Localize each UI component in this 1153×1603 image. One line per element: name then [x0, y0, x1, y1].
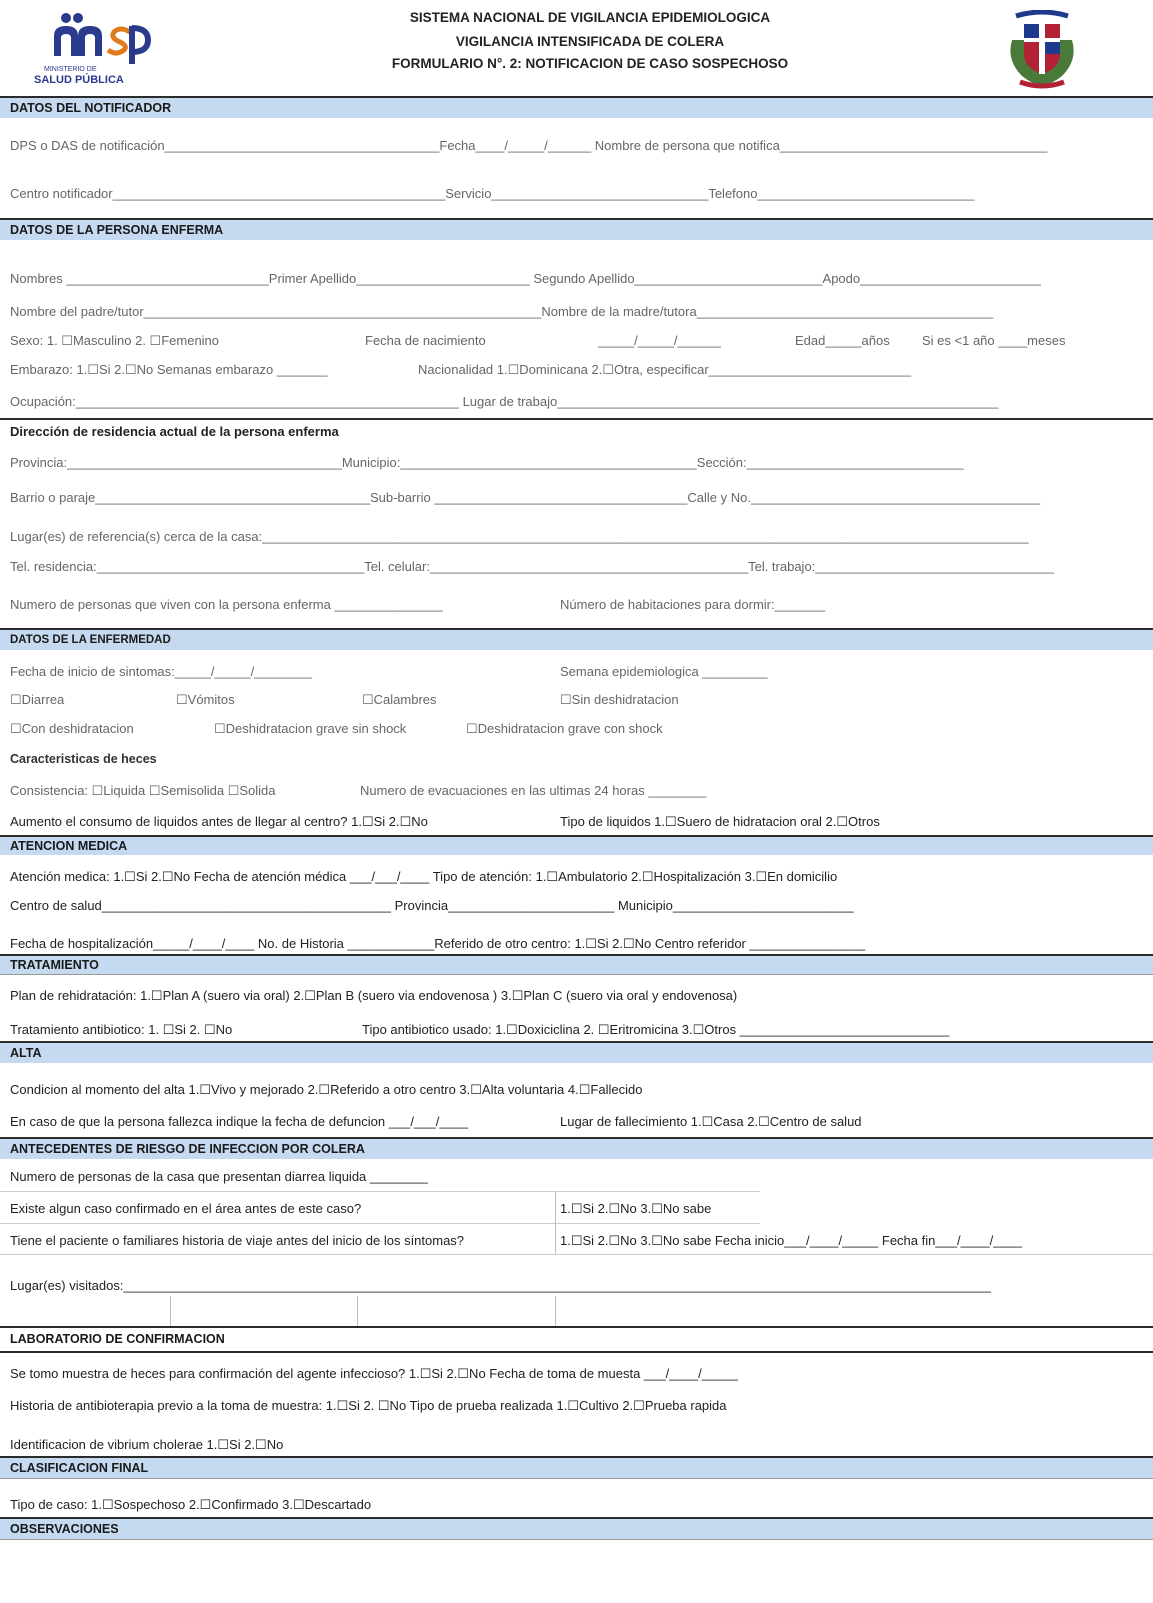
check-con-deshidratacion[interactable]: ☐Con deshidratacion [10, 721, 134, 737]
edad-field[interactable]: Edad_____años [795, 333, 890, 348]
consistencia-field[interactable]: Consistencia: ☐Liquida ☐Semisolida ☐Soli… [10, 783, 275, 799]
section-header-clasificacion: CLASIFICACION FINAL [0, 1456, 1153, 1478]
ocupacion-field[interactable]: Ocupación:______________________________… [10, 394, 998, 409]
atencion-line-1[interactable]: Atención medica: 1.☐Si 2.☐No Fecha de at… [10, 869, 837, 885]
check-grave-con-shock[interactable]: ☐Deshidratacion grave con shock [466, 721, 663, 737]
direccion-line-2[interactable]: Barrio o paraje_________________________… [10, 490, 1040, 505]
telefonos-line[interactable]: Tel. residencia:________________________… [10, 559, 1054, 574]
consumo-liquidos-field[interactable]: Aumento el consumo de liquidos antes de … [10, 814, 428, 830]
fecha-defuncion-field[interactable]: En caso de que la persona fallezca indiq… [10, 1114, 468, 1129]
heces-title: Caracteristicas de heces [10, 752, 157, 766]
section-header-observaciones: OBSERVACIONES [0, 1517, 1153, 1539]
ministry-label-2: SALUD PÚBLICA [34, 74, 124, 86]
persona-line-1: Nombres ____________________________Prim… [10, 271, 1041, 286]
direccion-title: Dirección de residencia actual de la per… [10, 424, 339, 439]
fecha-nacimiento-field[interactable]: _____/_____/______ [598, 333, 721, 348]
sexo-field[interactable]: Sexo: 1. ☐Masculino 2. ☐Femenino [10, 333, 219, 349]
caso-confirmado-options[interactable]: 1.☐Si 2.☐No 3.☐No sabe [560, 1201, 711, 1217]
personas-diarrea-field[interactable]: Numero de personas de la casa que presen… [10, 1169, 428, 1184]
section-header-antecedentes: ANTECEDENTES DE RIESGO DE INFECCION POR … [0, 1137, 1153, 1159]
section-header-enfermedad: DATOS DE LA ENFERMEDAD [0, 628, 1153, 650]
notificador-line-2: Centro notificador______________________… [10, 186, 975, 201]
lugares-visitados-field[interactable]: Lugar(es) visitados:____________________… [10, 1278, 991, 1293]
notificador-line-1: DPS o DAS de notificación_______________… [10, 138, 1048, 153]
habitaciones-field[interactable]: Número de habitaciones para dormir:_____… [560, 597, 825, 612]
form-title-3: FORMULARIO N°. 2: NOTIFICACION DE CASO S… [391, 56, 789, 71]
persona-line-2: Nombre del padre/tutor__________________… [10, 304, 994, 319]
check-sin-deshidratacion[interactable]: ☐Sin deshidratacion [560, 692, 679, 708]
condicion-alta-field[interactable]: Condicion al momento del alta 1.☐Vivo y … [10, 1082, 642, 1098]
antibioterapia-field[interactable]: Historia de antibioterapia previo a la t… [10, 1398, 727, 1414]
antibiotico-field[interactable]: Tratamiento antibiotico: 1. ☐Si 2. ☐No [10, 1022, 232, 1038]
check-vomitos[interactable]: ☐Vómitos [176, 692, 235, 708]
direccion-line-1[interactable]: Provincia:______________________________… [10, 455, 964, 470]
direccion-line-3[interactable]: Lugar(es) de referencia(s) cerca de la c… [10, 529, 1029, 544]
section-header-persona: DATOS DE LA PERSONA ENFERMA [0, 218, 1153, 240]
tipo-antibiotico-field[interactable]: Tipo antibiotico usado: 1.☐Doxiciclina 2… [362, 1022, 949, 1038]
coat-of-arms-icon [1002, 9, 1082, 90]
evacuaciones-field[interactable]: Numero de evacuaciones en las ultimas 24… [360, 783, 706, 798]
msp-logo: MINISTERIO DE SALUD PÚBLICA [28, 8, 158, 90]
muestra-heces-field[interactable]: Se tomo muestra de heces para confirmaci… [10, 1366, 738, 1382]
check-calambres[interactable]: ☐Calambres [362, 692, 437, 708]
atencion-line-2[interactable]: Centro de salud_________________________… [10, 898, 854, 913]
tipo-liquidos-field[interactable]: Tipo de liquidos 1.☐Suero de hidratacion… [560, 814, 880, 830]
fecha-nacimiento-label: Fecha de nacimiento [365, 333, 486, 348]
form-title-2: VIGILANCIA INTENSIFICADA DE COLERA [455, 34, 725, 49]
section-header-laboratorio: LABORATORIO DE CONFIRMACION [10, 1332, 225, 1346]
msp-logo-icon [54, 13, 152, 64]
section-header-tratamiento: TRATAMIENTO [0, 954, 1153, 974]
lugar-fallecimiento-field[interactable]: Lugar de fallecimiento 1.☐Casa 2.☐Centro… [560, 1114, 862, 1130]
rehidratacion-field[interactable]: Plan de rehidratación: 1.☐Plan A (suero … [10, 988, 737, 1004]
check-grave-sin-shock[interactable]: ☐Deshidratacion grave sin shock [214, 721, 406, 737]
check-diarrea[interactable]: ☐Diarrea [10, 692, 64, 708]
atencion-line-3[interactable]: Fecha de hospitalización_____/____/____ … [10, 936, 865, 952]
meses-field[interactable]: Si es <1 año ____meses [922, 333, 1065, 348]
ministry-label: MINISTERIO DE [44, 66, 97, 73]
form-title-1: SISTEMA NACIONAL DE VIGILANCIA EPIDEMIOL… [409, 10, 771, 25]
embarazo-field[interactable]: Embarazo: 1.☐Si 2.☐No Semanas embarazo _… [10, 362, 327, 378]
historia-viaje-question: Tiene el paciente o familiares historia … [10, 1233, 465, 1248]
section-header-alta: ALTA [0, 1041, 1153, 1063]
section-header-atencion: ATENCION MEDICA [0, 835, 1153, 855]
caso-confirmado-question: Existe algun caso confirmado en el área … [10, 1201, 362, 1216]
observaciones-area[interactable] [0, 1540, 1153, 1600]
fecha-inicio-sintomas[interactable]: Fecha de inicio de sintomas:_____/_____/… [10, 664, 312, 679]
tipo-caso-field[interactable]: Tipo de caso: 1.☐Sospechoso 2.☐Confirmad… [10, 1497, 371, 1513]
personas-viven-field[interactable]: Numero de personas que viven con la pers… [10, 597, 443, 612]
semana-epidemiologica[interactable]: Semana epidemiologica _________ [560, 664, 767, 679]
historia-viaje-options[interactable]: 1.☐Si 2.☐No 3.☐No sabe Fecha inicio___/_… [560, 1233, 1022, 1249]
nacionalidad-field[interactable]: Nacionalidad 1.☐Dominicana 2.☐Otra, espe… [418, 362, 911, 378]
vibrium-field[interactable]: Identificacion de vibrium cholerae 1.☐Si… [10, 1437, 283, 1453]
section-header-notificador: DATOS DEL NOTIFICADOR [0, 96, 1153, 118]
